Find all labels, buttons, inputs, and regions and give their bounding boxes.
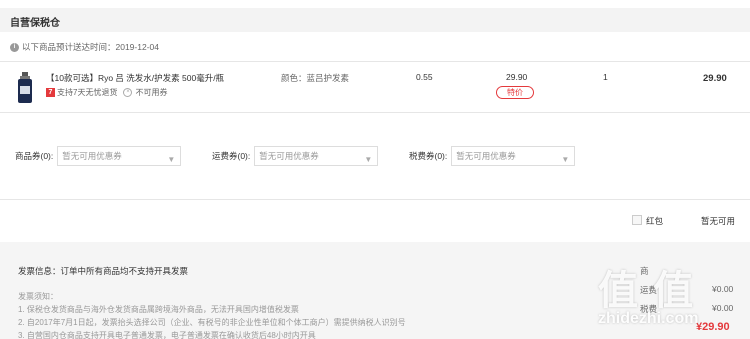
product-unit-price: 29.90: [506, 72, 528, 82]
product-coupon-select[interactable]: 暂无可用优惠券 ▼: [57, 146, 182, 166]
tax-coupon-group: 税费券(0): 暂无可用优惠券 ▼: [409, 146, 576, 166]
invoice-note: 1. 保税仓发货商品与海外仓发货商品属跨境海外商品，无法开具国内增值税发票: [18, 305, 299, 314]
invoice-notes-heading: 发票须知：: [18, 292, 58, 301]
delivery-estimate: i 以下商品预计送达时间：2019-12-04: [10, 40, 159, 54]
product-coupon-label: 商品券(0):: [15, 151, 54, 161]
product-coupon-value: 暂无可用优惠券: [62, 151, 122, 161]
chevron-down-icon: ▼: [167, 155, 176, 164]
redpack-checkbox-icon[interactable]: [632, 215, 642, 225]
product-quantity: 1: [603, 72, 608, 82]
summary-total: ¥29.90: [696, 321, 730, 333]
divider: [0, 199, 750, 200]
chevron-down-icon: ▼: [364, 155, 373, 164]
summary-label-shipping: 运费: [640, 285, 658, 295]
shipping-coupon-select[interactable]: 暂无可用优惠券 ▼: [254, 146, 379, 166]
summary-value-tax: ¥0.00: [712, 303, 734, 313]
tax-coupon-label: 税费券(0):: [409, 151, 448, 161]
summary-label-goods: 商: [640, 266, 649, 276]
special-price-tag: 特价: [496, 86, 534, 99]
delivery-text: 以下商品预计送达时间：2019-12-04: [22, 42, 159, 52]
invoice-footer: 发票信息：订单中所有商品均不支持开具发票 发票须知： 1. 保税仓发货商品与海外…: [0, 242, 750, 339]
summary-value-shipping: ¥0.00: [712, 284, 734, 294]
redpack-status: 暂无可用: [701, 216, 736, 226]
warehouse-header: 自营保税仓: [0, 8, 750, 32]
chevron-down-icon: ▼: [561, 155, 570, 164]
no-coupon-icon: ×: [123, 88, 133, 97]
divider: [0, 61, 750, 62]
divider: [0, 112, 750, 113]
seven-day-badge-icon: 7: [46, 88, 55, 97]
product-coupon-group: 商品券(0): 暂无可用优惠券 ▼: [15, 146, 182, 166]
product-color-spec: 颜色：蓝吕护发素: [281, 73, 350, 83]
product-services: 7 支持7天无忧退货 × 不可用券: [46, 87, 167, 98]
tax-coupon-value: 暂无可用优惠券: [456, 151, 516, 161]
no-coupon-text: 不可用券: [135, 88, 168, 97]
shipping-coupon-label: 运费券(0):: [212, 151, 251, 161]
invoice-note: 2. 自2017年7月1日起，发票抬头选择公司（企业、有税号的非企业性单位和个体…: [18, 318, 406, 327]
tax-coupon-select[interactable]: 暂无可用优惠券 ▼: [451, 146, 576, 166]
return-service-text: 支持7天无忧退货: [57, 88, 118, 97]
invoice-note: 3. 自营国内仓商品支持开具电子普通发票，电子普通发票在确认收货后48小时内开具: [18, 331, 316, 339]
warehouse-title: 自营保税仓: [10, 18, 60, 29]
product-name-link[interactable]: 【10款可选】Ryo 吕 洗发水/护发素 500毫升/瓶: [46, 72, 266, 84]
shampoo-bottle-icon[interactable]: [16, 72, 34, 104]
product-tax: 0.55: [416, 72, 433, 82]
info-icon: i: [10, 42, 19, 52]
invoice-info: 发票信息：订单中所有商品均不支持开具发票: [18, 266, 189, 276]
product-subtotal: 29.90: [703, 73, 727, 84]
shipping-coupon-value: 暂无可用优惠券: [259, 151, 319, 161]
shipping-coupon-group: 运费券(0): 暂无可用优惠券 ▼: [212, 146, 379, 166]
summary-label-tax: 税费: [640, 304, 658, 314]
redpack-label: 红包: [646, 216, 664, 226]
